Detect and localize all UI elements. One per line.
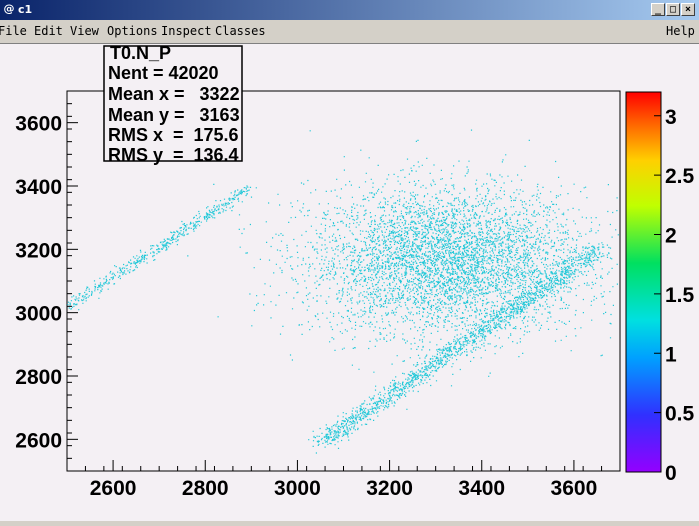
x-tick-label: 3600 xyxy=(551,477,598,500)
stats-name: T0.N_P xyxy=(110,44,171,63)
colorbar-label: 2 xyxy=(665,225,677,248)
menu-file[interactable]: File xyxy=(0,24,27,38)
y-tick-label: 2600 xyxy=(15,429,62,452)
maximize-button[interactable]: □ xyxy=(666,3,680,16)
menu-classes[interactable]: Classes xyxy=(215,24,266,38)
close-button[interactable]: × xyxy=(681,3,695,16)
scatter-plot: 2600 2800 3000 3200 3400 36002600280030003200… xyxy=(15,43,695,500)
x-tick-label: 3400 xyxy=(458,477,505,500)
x-tick-label: 2600 xyxy=(90,477,137,500)
stats-box[interactable]: T0.N_P Nent = 42020 Mean x = 3322 Mean y… xyxy=(103,43,243,165)
color-palette xyxy=(625,91,662,473)
y-tick-label: 3600 xyxy=(15,113,62,136)
menu-bar: File Edit View Options Inspect Classes H… xyxy=(0,20,699,42)
colorbar-label: 1 xyxy=(665,343,677,366)
x-tick-label: 2800 xyxy=(182,477,229,500)
x-tick-label: 3200 xyxy=(366,477,413,500)
colorbar-label: 1.5 xyxy=(665,284,695,307)
stats-rms-y: RMS y = 136.4 xyxy=(108,145,239,165)
y-tick-label: 3200 xyxy=(15,239,62,262)
window-title: c1 xyxy=(18,3,33,16)
minimize-button[interactable]: _ xyxy=(651,3,665,16)
root-icon: @ xyxy=(3,2,15,15)
title-bar[interactable]: @ c1 _ □ × xyxy=(0,0,699,20)
y-tick-label: 2800 xyxy=(15,366,62,389)
x-tick-label: 3000 xyxy=(274,477,321,500)
colorbar-label: 0 xyxy=(665,462,677,485)
stats-mean-y: Mean y = 3163 xyxy=(108,105,240,125)
stats-mean-x: Mean x = 3322 xyxy=(108,84,240,104)
plot-canvas[interactable]: 2600 2800 3000 3200 3400 3600 2600 2800 3000 3200… xyxy=(0,43,699,522)
stats-entries: Nent = 42020 xyxy=(108,63,219,83)
menu-edit[interactable]: Edit xyxy=(34,24,63,38)
menu-options[interactable]: Options xyxy=(107,24,158,38)
colorbar-label: 3 xyxy=(665,106,677,129)
y-tick-label: 3000 xyxy=(15,303,62,326)
menu-help[interactable]: Help xyxy=(666,24,695,38)
y-tick-label: 3400 xyxy=(15,176,62,199)
menu-view[interactable]: View xyxy=(70,24,99,38)
colorbar-label: 2.5 xyxy=(665,165,695,188)
stats-rms-x: RMS x = 175.6 xyxy=(108,125,239,145)
menu-inspect[interactable]: Inspect xyxy=(161,24,212,38)
colorbar-label: 0.5 xyxy=(665,403,695,426)
